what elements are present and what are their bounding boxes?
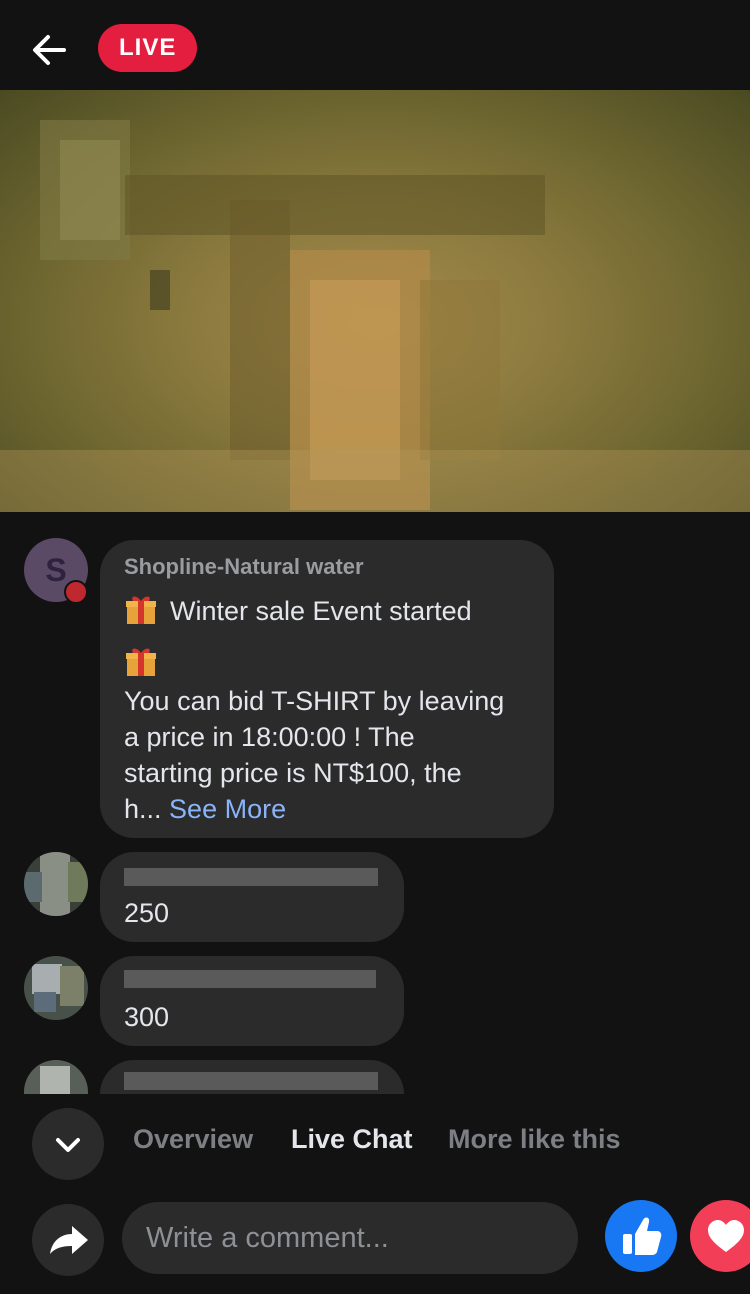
comment-text: Winter sale Event started [170,596,472,626]
live-badge: LIVE [98,24,198,72]
tab-overview[interactable]: Overview [133,1124,253,1155]
redacted-author [124,970,376,988]
avatar[interactable] [24,1060,88,1094]
avatar[interactable] [24,956,88,1020]
tab-live-chat[interactable]: Live Chat [291,1124,413,1155]
comment-text: You can bid T-SHIRT by leaving [124,686,505,716]
comment-bubble[interactable]: Shopline-Natural water Winter sale Event… [100,540,554,838]
comment-text: a price in 18:00:00 ! The [124,722,415,752]
redacted-author [124,868,378,886]
collapse-button[interactable] [32,1108,104,1180]
comment-author: Shopline-Natural water [124,554,364,579]
comment-bubble[interactable] [100,1060,404,1094]
avatar[interactable] [24,852,88,916]
live-video[interactable] [0,90,750,512]
comment-truncated-text: h... [124,794,162,824]
thumbs-up-icon [623,1217,662,1255]
see-more-link[interactable]: See More [169,794,286,824]
tab-more-like-this[interactable]: More like this [448,1124,621,1155]
comment-input[interactable] [122,1202,578,1274]
like-reaction-button[interactable] [605,1200,677,1272]
redacted-author [124,1072,378,1090]
comment-composer [0,1194,750,1294]
love-reaction-button[interactable] [690,1200,750,1272]
share-button[interactable] [32,1204,104,1276]
comment-bubble[interactable]: 250 [100,852,404,942]
top-bar: LIVE [0,0,750,90]
comment-text-last: h... See More [124,794,286,825]
comment-text: 250 [124,898,170,928]
chat-feed[interactable]: S Shopline-Natural water Winter sale Eve… [0,512,750,1094]
comment-text: starting price is NT$100, the [124,758,462,788]
live-indicator-icon [64,580,88,604]
comment-text: 300 [124,1002,170,1032]
comment-bubble[interactable]: 300 [100,956,404,1046]
heart-icon [708,1220,744,1252]
gift-icon [126,596,156,624]
video-frame [0,120,750,512]
gift-icon [126,648,156,676]
chevron-down-icon [56,1138,80,1152]
share-arrow-icon [50,1226,88,1254]
tab-bar: Overview Live Chat More like this [0,1094,750,1194]
back-arrow-icon[interactable] [26,26,74,74]
